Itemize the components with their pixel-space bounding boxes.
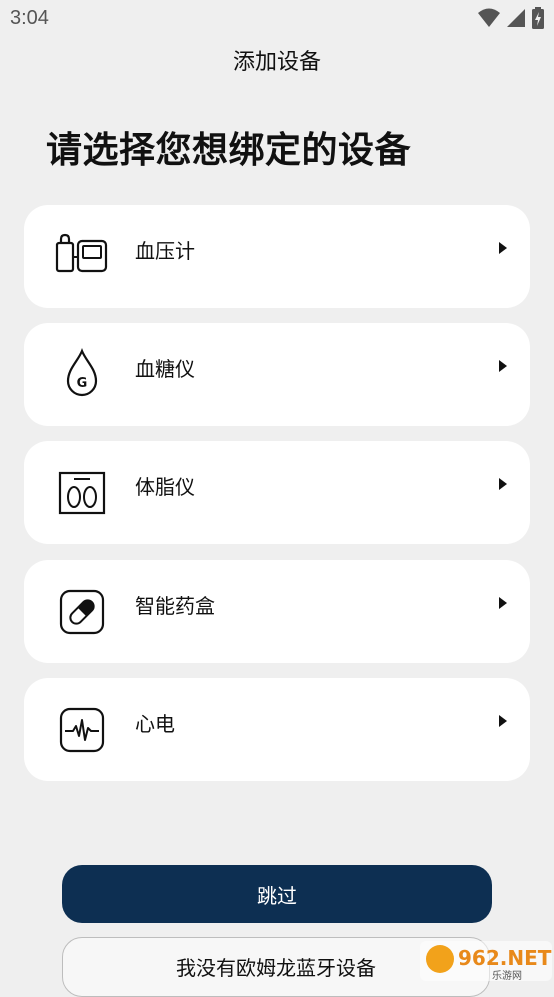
signal-icon	[507, 9, 525, 27]
chevron-right-icon	[499, 478, 507, 490]
device-card-blood-pressure[interactable]: 血压计	[24, 205, 530, 308]
watermark-subtext: 乐游网	[492, 969, 522, 982]
status-bar: 3:04	[0, 0, 554, 38]
chevron-right-icon	[499, 360, 507, 372]
device-label: 血压计	[135, 239, 195, 263]
blood-glucose-drop-icon: G	[66, 348, 98, 397]
status-icons	[478, 7, 544, 29]
device-card-pill-box[interactable]: 智能药盒	[24, 560, 530, 663]
watermark-logo: 962.NET 乐游网	[420, 941, 552, 982]
device-label: 心电	[135, 712, 175, 736]
page-title: 添加设备	[232, 50, 321, 75]
skip-button[interactable]: 跳过	[62, 865, 492, 923]
device-card-body-fat-scale[interactable]: 体脂仪	[24, 441, 530, 544]
ecg-icon	[59, 707, 105, 753]
battery-charging-icon	[532, 7, 544, 29]
device-card-blood-glucose[interactable]: G 血糖仪	[24, 323, 530, 426]
device-card-ecg[interactable]: 心电	[24, 678, 530, 781]
chevron-right-icon	[499, 597, 507, 609]
watermark-text: 962.NET	[458, 946, 552, 970]
blood-pressure-monitor-icon	[55, 233, 108, 273]
section-heading: 请选择您想绑定的设备	[46, 130, 412, 171]
chevron-right-icon	[499, 242, 507, 254]
device-label: 血糖仪	[135, 357, 195, 381]
body-fat-scale-icon	[58, 471, 106, 515]
device-label: 体脂仪	[135, 475, 195, 499]
status-time: 3:04	[10, 7, 49, 29]
pill-box-icon	[59, 589, 105, 635]
wifi-icon	[478, 8, 500, 27]
device-label: 智能药盒	[135, 594, 215, 618]
svg-text:G: G	[77, 376, 88, 391]
chevron-right-icon	[499, 715, 507, 727]
